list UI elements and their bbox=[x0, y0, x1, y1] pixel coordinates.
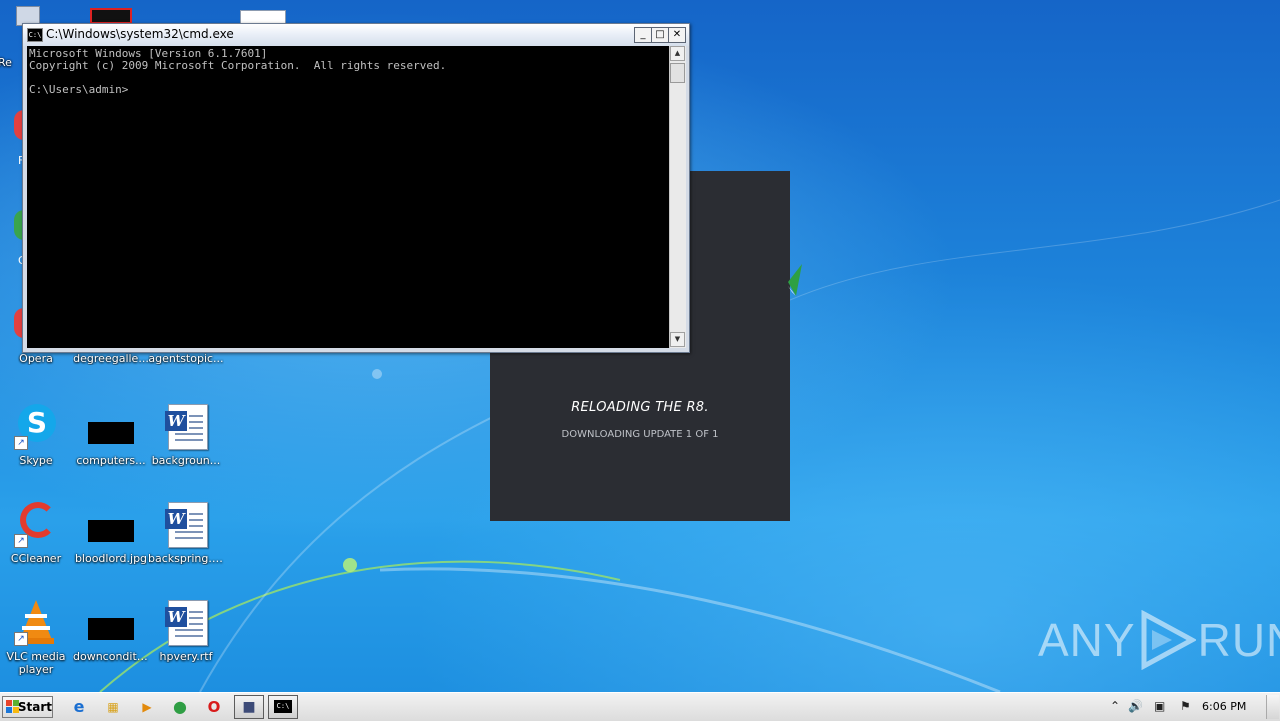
shortcut-arrow-icon: ↗ bbox=[14, 534, 28, 548]
chrome-icon[interactable]: ● bbox=[170, 697, 190, 717]
desktop-icon-skype[interactable]: S ↗ Skype bbox=[0, 402, 74, 467]
desktop-icon-downcondition[interactable]: downconditi... bbox=[73, 598, 149, 663]
desktop-icon-backspring[interactable]: W backspring.rtf bbox=[148, 500, 224, 565]
skype-icon: S ↗ bbox=[12, 402, 60, 450]
desktop-icon-opera[interactable]: Opera bbox=[0, 352, 74, 365]
action-center-flag-icon[interactable]: ⚑ bbox=[1180, 699, 1191, 713]
console-output[interactable]: Microsoft Windows [Version 6.1.7601] Copy… bbox=[27, 46, 669, 348]
installer-task-button[interactable]: ■ bbox=[234, 695, 264, 719]
image-file-icon bbox=[87, 402, 135, 450]
shortcut-arrow-icon: ↗ bbox=[14, 632, 28, 646]
installer-title: RELOADING THE R8. bbox=[571, 400, 709, 415]
desktop-icon-vlc[interactable]: ↗ VLC media player bbox=[0, 598, 74, 676]
installer-task-icon: ■ bbox=[242, 699, 256, 715]
console-prompt: C:\Users\admin> bbox=[29, 83, 129, 96]
word-document-icon: W bbox=[162, 402, 210, 450]
word-document-icon: W bbox=[162, 500, 210, 548]
desktop: Re F G Opera degreegalle... agentstopic.… bbox=[0, 0, 1280, 692]
cursor-arrow-icon bbox=[788, 264, 802, 296]
ccleaner-icon: ↗ bbox=[12, 500, 60, 548]
clock[interactable]: 6:06 PM bbox=[1202, 700, 1246, 713]
play-logo-icon bbox=[1141, 610, 1196, 670]
opera-icon[interactable]: O bbox=[204, 697, 224, 717]
windows-logo-icon bbox=[6, 700, 19, 714]
scroll-down-button[interactable]: ▼ bbox=[670, 332, 685, 347]
windows-explorer-icon[interactable]: ▦ bbox=[103, 697, 123, 717]
cmd-titlebar[interactable]: C:\ C:\Windows\system32\cmd.exe _ □ ✕ bbox=[23, 24, 689, 46]
show-desktop-button[interactable] bbox=[1266, 695, 1279, 719]
desktop-icon-degreegallery[interactable]: degreegalle... bbox=[73, 352, 149, 365]
installer-status: DOWNLOADING UPDATE 1 OF 1 bbox=[561, 429, 719, 440]
vlc-cone-icon: ↗ bbox=[12, 598, 60, 646]
show-hidden-icons-button[interactable]: ⌃ bbox=[1110, 699, 1120, 713]
desktop-icon-recycle-bin[interactable]: Re bbox=[0, 6, 40, 69]
desktop-icon-ccleaner[interactable]: ↗ CCleaner bbox=[0, 500, 74, 565]
minimize-button[interactable]: _ bbox=[634, 27, 652, 43]
scroll-up-button[interactable]: ▲ bbox=[670, 46, 685, 61]
console-line: Copyright (c) 2009 Microsoft Corporation… bbox=[29, 59, 447, 72]
cmd-task-icon: C:\ bbox=[274, 700, 292, 713]
cmd-title: C:\Windows\system32\cmd.exe bbox=[46, 27, 234, 41]
desktop-icon-computers[interactable]: computers... bbox=[73, 402, 149, 467]
desktop-icon-background-doc[interactable]: W backgroun... bbox=[148, 402, 224, 467]
cmd-task-button[interactable]: C:\ bbox=[268, 695, 298, 719]
network-icon[interactable]: ▣ bbox=[1154, 699, 1165, 713]
scroll-thumb[interactable] bbox=[670, 63, 685, 83]
taskbar: Start e ▦ ▶ ● O ■ C:\ ⌃ 🔊 ▣ ⚑ 6:06 PM bbox=[0, 692, 1280, 721]
image-file-icon bbox=[87, 500, 135, 548]
maximize-button[interactable]: □ bbox=[651, 27, 669, 43]
internet-explorer-icon[interactable]: e bbox=[69, 697, 89, 717]
image-file-icon bbox=[87, 598, 135, 646]
anyrun-watermark: ANY RUN bbox=[1038, 608, 1280, 672]
desktop-icon-partial-top[interactable] bbox=[90, 8, 132, 24]
media-player-icon[interactable]: ▶ bbox=[137, 697, 157, 717]
shortcut-arrow-icon: ↗ bbox=[14, 436, 28, 450]
word-document-icon: W bbox=[162, 598, 210, 646]
start-button[interactable]: Start bbox=[2, 696, 53, 718]
desktop-icon-hpvery[interactable]: W hpvery.rtf bbox=[148, 598, 224, 663]
console-icon: C:\ bbox=[27, 28, 43, 42]
close-button[interactable]: ✕ bbox=[668, 27, 686, 43]
cmd-window[interactable]: C:\ C:\Windows\system32\cmd.exe _ □ ✕ Mi… bbox=[22, 23, 690, 353]
desktop-icon-agentstopic[interactable]: agentstopic... bbox=[148, 352, 224, 365]
desktop-icon-bloodlord[interactable]: bloodlord.jpg bbox=[73, 500, 149, 565]
console-scrollbar[interactable]: ▲ ▼ bbox=[669, 46, 686, 348]
volume-icon[interactable]: 🔊 bbox=[1128, 699, 1143, 713]
